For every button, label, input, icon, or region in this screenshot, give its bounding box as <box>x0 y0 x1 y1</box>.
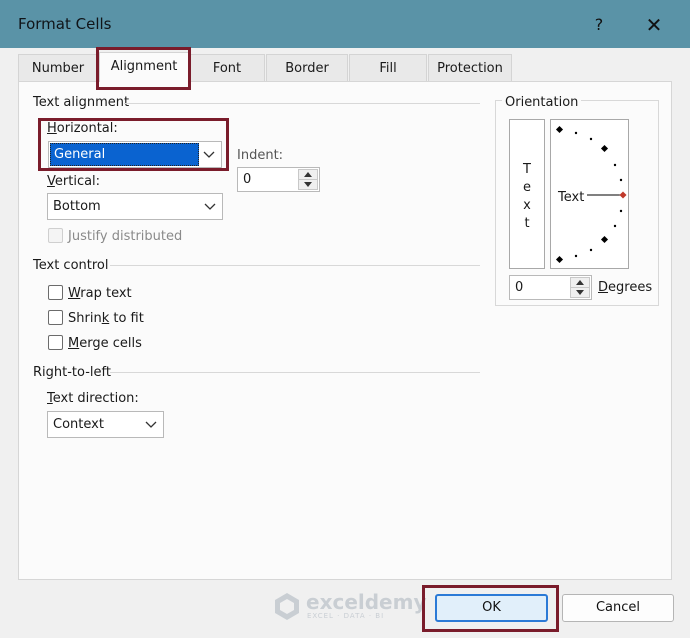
degrees-label: Degrees <box>598 280 653 295</box>
justify-distributed-checkbox[interactable] <box>48 228 63 243</box>
text-control-group-label: Text control <box>33 258 109 273</box>
title-bar[interactable]: Format Cells ? ✕ <box>0 0 690 48</box>
arrow-down-icon <box>304 182 312 187</box>
vertical-text-letter: T <box>523 162 531 177</box>
merge-cells-label: Merge cells <box>68 336 142 351</box>
dialog-title: Format Cells <box>18 15 112 33</box>
wrap-text-label: Wrap text <box>68 286 132 301</box>
format-cells-dialog: Format Cells ? ✕ Number Alignment Font B… <box>0 0 690 638</box>
tab-number[interactable]: Number <box>18 54 98 81</box>
text-direction-select[interactable]: Context <box>47 411 164 438</box>
orientation-dial[interactable]: Text <box>550 119 629 269</box>
watermark-brand: exceldemy <box>306 590 427 614</box>
indent-spinner[interactable]: 0 <box>237 167 320 192</box>
text-direction-label: Text direction: <box>47 391 139 406</box>
indent-value: 0 <box>243 172 252 187</box>
chevron-down-icon <box>203 151 215 158</box>
vertical-text-letter: e <box>523 180 531 195</box>
orientation-group-label: Orientation <box>502 95 582 110</box>
arrow-up-icon <box>304 172 312 177</box>
text-direction-value: Context <box>53 417 104 432</box>
tab-fill[interactable]: Fill <box>349 54 427 81</box>
vertical-label: Vertical: <box>47 174 101 189</box>
justify-distributed-label: Justify distributed <box>68 229 183 244</box>
text-alignment-divider <box>124 103 480 104</box>
text-alignment-group-label: Text alignment <box>33 95 130 110</box>
wrap-text-checkbox[interactable] <box>48 285 63 300</box>
chevron-down-icon <box>204 203 216 210</box>
watermark-tagline: EXCEL · DATA · BI <box>307 612 385 620</box>
indent-label: Indent: <box>237 148 284 163</box>
tab-border[interactable]: Border <box>266 54 348 81</box>
tab-protection[interactable]: Protection <box>428 54 512 81</box>
dial-text-label: Text <box>558 190 585 205</box>
exceldemy-watermark: exceldemy EXCEL · DATA · BI <box>272 590 427 624</box>
arrow-up-icon <box>576 280 584 285</box>
ok-button[interactable]: OK <box>435 594 548 622</box>
degrees-spinner[interactable]: 0 <box>509 275 592 300</box>
tab-strip: Number Alignment Font Border Fill Protec… <box>18 52 672 82</box>
exceldemy-logo-icon <box>275 593 299 620</box>
right-to-left-divider <box>110 372 480 373</box>
text-control-divider <box>110 265 480 266</box>
vertical-value: Bottom <box>53 199 101 214</box>
merge-cells-checkbox[interactable] <box>48 335 63 350</box>
vertical-text-letter: t <box>524 216 530 231</box>
indent-down-button[interactable] <box>298 179 318 190</box>
shrink-to-fit-label: Shrink to fit <box>68 311 144 326</box>
help-button[interactable]: ? <box>586 12 612 38</box>
right-to-left-group-label: Right-to-left <box>33 365 111 380</box>
cancel-button[interactable]: Cancel <box>562 594 674 622</box>
vertical-select[interactable]: Bottom <box>47 193 223 220</box>
vertical-text-toggle[interactable]: T e x t <box>509 119 545 269</box>
horizontal-select[interactable]: General <box>48 141 222 168</box>
tab-alignment[interactable]: Alignment <box>99 52 189 82</box>
shrink-to-fit-checkbox[interactable] <box>48 310 63 325</box>
tab-font[interactable]: Font <box>189 54 265 81</box>
horizontal-label: Horizontal: <box>47 121 118 136</box>
close-button[interactable]: ✕ <box>640 12 668 38</box>
chevron-down-icon <box>145 421 157 428</box>
horizontal-value: General <box>54 147 106 162</box>
degrees-down-button[interactable] <box>570 287 590 298</box>
arrow-down-icon <box>576 290 584 295</box>
vertical-text-letter: x <box>523 198 531 213</box>
degrees-value: 0 <box>515 280 524 295</box>
